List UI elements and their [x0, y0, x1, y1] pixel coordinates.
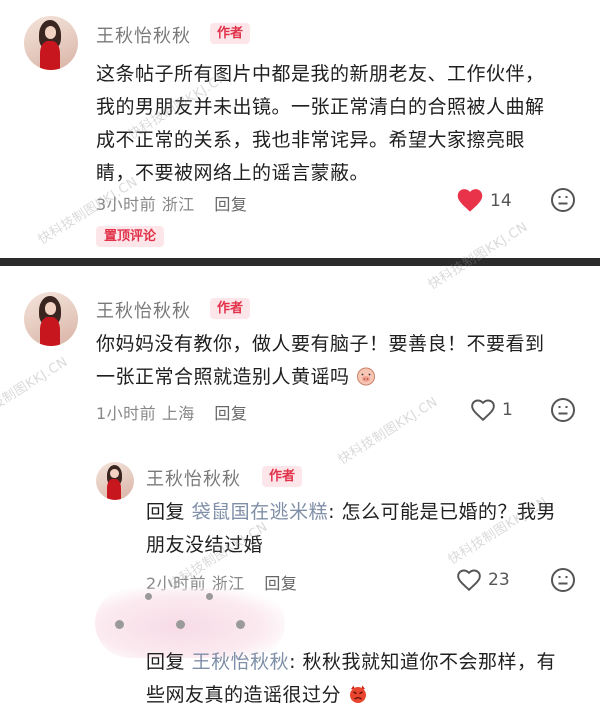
author-badge: 作者	[210, 23, 251, 44]
like-count: 14	[490, 191, 512, 211]
comment-line: 这条帖子所有图片中都是我的新朋老友、工作伙伴，	[96, 63, 545, 85]
author-badge: 作者	[210, 298, 251, 319]
emoji-reaction-icon[interactable]	[550, 567, 576, 593]
reply-prefix: 回复	[146, 501, 186, 523]
emoji-reaction-icon[interactable]	[550, 397, 576, 423]
comment-time: 1小时前	[96, 404, 157, 423]
pinned-comment-badge: 置顶评论	[96, 226, 165, 247]
comment-panel-top: 王秋怡秋秋 作者 这条帖子所有图片中都是我的新朋老友、工作伙伴， 我的男朋友并未…	[0, 0, 600, 258]
redaction-dot	[115, 620, 124, 629]
avatar[interactable]	[24, 16, 78, 70]
comment-line: 睛，不要被网络上的谣言蒙蔽。	[96, 162, 370, 184]
reply-button[interactable]: 回复	[214, 195, 247, 214]
redaction-dot	[206, 593, 213, 600]
comment-location: 上海	[161, 404, 195, 423]
comment-meta: 1小时前 上海 回复	[96, 400, 247, 424]
comment-line: 一张正常合照就造别人黄谣吗	[96, 366, 350, 388]
comment-line: 你妈妈没有教你，做人要有脑子！要善良！不要看到	[96, 333, 545, 355]
heart-icon[interactable]	[470, 398, 496, 422]
avatar[interactable]	[96, 462, 134, 500]
comment-line: 成不正常的关系，我也非常诧异。希望大家擦亮眼	[96, 129, 526, 151]
emoji-reaction-icon[interactable]	[550, 187, 576, 213]
comment-text: 你妈妈没有教你，做人要有脑子！要善良！不要看到 一张正常合照就造别人黄谣吗	[96, 328, 545, 394]
pig-face-emoji-icon	[357, 367, 376, 386]
redaction-dot	[236, 620, 245, 629]
reply-to-user[interactable]: 王秋怡秋秋	[192, 651, 290, 673]
heart-icon[interactable]	[456, 568, 482, 592]
like-count: 1	[502, 400, 513, 420]
like-count: 23	[488, 570, 510, 590]
divider	[0, 258, 600, 266]
author-name[interactable]: 王秋怡秋秋	[96, 22, 191, 48]
reply-prefix: 回复	[146, 651, 186, 673]
author-badge: 作者	[262, 466, 303, 487]
avatar[interactable]	[24, 292, 78, 346]
author-name[interactable]: 王秋怡秋秋	[146, 465, 241, 491]
redaction-dot	[145, 593, 152, 600]
comment-text: 回复 王秋怡秋秋: 秋秋我就知道你不会那样，有 些网友真的造谣很过分	[146, 646, 556, 712]
author-name[interactable]: 王秋怡秋秋	[96, 297, 191, 323]
redaction-dot	[176, 620, 185, 629]
angry-devil-emoji-icon	[349, 685, 366, 703]
comment-location: 浙江	[161, 195, 195, 214]
reply-button[interactable]: 回复	[214, 404, 247, 423]
heart-icon[interactable]	[456, 187, 484, 213]
comment-line: : 秋秋我就知道你不会那样，有	[289, 651, 557, 673]
reply-button[interactable]: 回复	[264, 574, 297, 593]
